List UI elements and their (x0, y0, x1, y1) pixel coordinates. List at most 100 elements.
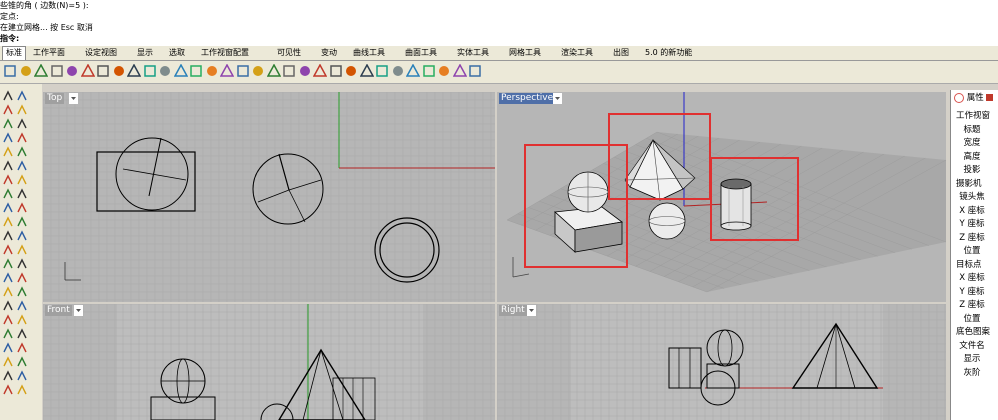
viewport-title-right[interactable]: Right (499, 305, 527, 316)
dimension-tool-icon[interactable] (2, 314, 16, 328)
join-tool-icon[interactable] (16, 244, 30, 258)
analyze-tool-icon[interactable] (16, 300, 30, 314)
tab-5[interactable]: 工作视窗配置 (198, 47, 252, 59)
box-tool-icon[interactable] (16, 188, 30, 202)
viewport-menu-arrow-right[interactable] (527, 305, 536, 316)
boolean-tool-icon[interactable] (16, 216, 30, 230)
tab-6[interactable]: 可见性 (274, 47, 304, 59)
curve-tool-icon[interactable] (16, 104, 30, 118)
viewport-title-perspective[interactable]: Perspective (499, 93, 556, 104)
environment-icon[interactable] (405, 63, 421, 79)
undo-view-icon[interactable] (236, 64, 251, 79)
array-tool-icon[interactable] (2, 300, 16, 314)
tab-3[interactable]: 显示 (134, 47, 156, 59)
arc-tool-icon[interactable] (2, 118, 16, 132)
pan-icon[interactable] (143, 64, 158, 79)
cylinder-tool-icon[interactable] (16, 202, 30, 216)
fillet-tool-icon[interactable] (2, 230, 16, 244)
zoom-window-icon[interactable] (173, 63, 189, 79)
ellipse-tool-icon[interactable] (2, 132, 16, 146)
tab-11[interactable]: 网格工具 (506, 47, 544, 59)
tab-4[interactable]: 选取 (166, 47, 188, 59)
tab-0[interactable]: 标准 (2, 46, 26, 60)
loft-tool-icon[interactable] (2, 174, 16, 188)
copy-icon[interactable] (96, 64, 111, 79)
gear-icon[interactable] (437, 64, 452, 79)
history-tool-icon[interactable] (16, 356, 30, 370)
properties-tab[interactable]: 属性 (951, 92, 998, 105)
viewport-perspective[interactable]: Perspective (497, 92, 946, 302)
copy-tool-icon[interactable] (2, 272, 16, 286)
viewport-menu-arrow-top[interactable] (69, 93, 78, 104)
tab-8[interactable]: 曲线工具 (350, 47, 388, 59)
tab-1[interactable]: 工作平面 (30, 47, 68, 59)
surface-tool-icon[interactable] (2, 160, 16, 174)
sphere-tool-icon[interactable] (2, 202, 16, 216)
viewport-title-front[interactable]: Front (45, 305, 72, 316)
ring-icon[interactable] (359, 63, 375, 79)
rectangle-tool-icon[interactable] (16, 132, 30, 146)
point-icon[interactable] (298, 64, 313, 79)
split-tool-icon[interactable] (2, 244, 16, 258)
extrude-tool-icon[interactable] (16, 160, 30, 174)
planar-tool-icon[interactable] (2, 356, 16, 370)
select-tool-icon[interactable] (16, 370, 30, 384)
trim-tool-icon[interactable] (16, 230, 30, 244)
viewport-menu-arrow-front[interactable] (74, 305, 83, 316)
material-sphere-icon[interactable] (391, 64, 406, 79)
layer-icon[interactable] (452, 63, 468, 79)
osnap-icon[interactable] (282, 64, 297, 79)
render-tool-icon[interactable] (16, 314, 30, 328)
magic-icon[interactable] (422, 64, 437, 79)
explode-tool-icon[interactable] (2, 258, 16, 272)
save-icon[interactable] (33, 63, 49, 79)
polygon-tool-icon[interactable] (2, 146, 16, 160)
sweep-tool-icon[interactable] (2, 188, 16, 202)
viewport-title-top[interactable]: Top (45, 93, 65, 104)
help-icon[interactable] (468, 64, 483, 79)
tab-9[interactable]: 曲面工具 (402, 47, 440, 59)
mirror-tool-icon[interactable] (16, 286, 30, 300)
paint-icon[interactable] (344, 64, 359, 79)
grid-tool-icon[interactable] (2, 342, 16, 356)
lock-tool-icon[interactable] (2, 384, 16, 398)
circle-tool-icon[interactable] (16, 118, 30, 132)
viewport-right[interactable]: Right (497, 304, 946, 420)
paste-icon[interactable] (112, 64, 127, 79)
zoom-icon[interactable] (219, 63, 235, 79)
scale-tool-icon[interactable] (2, 286, 16, 300)
four-viewports-icon[interactable] (251, 64, 266, 79)
layer-tool-icon[interactable] (2, 328, 16, 342)
revolve-tool-icon[interactable] (16, 174, 30, 188)
tab-10[interactable]: 实体工具 (454, 47, 492, 59)
tab-7[interactable]: 变动 (318, 47, 340, 59)
materials-tab-icon[interactable] (986, 94, 994, 101)
command-prompt[interactable]: 指令: (0, 33, 19, 44)
car-icon[interactable] (266, 63, 282, 79)
text-tool-icon[interactable] (16, 146, 30, 160)
viewport-top[interactable]: Top (43, 92, 495, 302)
hide-tool-icon[interactable] (16, 384, 30, 398)
rotate-view-icon[interactable] (158, 64, 173, 79)
viewport-front[interactable]: Front (43, 304, 495, 420)
open-file-icon[interactable] (19, 64, 34, 79)
tab-2[interactable]: 设定视图 (82, 47, 120, 59)
viewport-menu-arrow-perspective[interactable] (553, 93, 562, 104)
osnap-tool-icon[interactable] (16, 328, 30, 342)
zoom-selected-icon[interactable] (205, 64, 220, 79)
import-icon[interactable] (65, 64, 80, 79)
render-sphere-icon[interactable] (375, 64, 390, 79)
print-icon[interactable] (50, 64, 65, 79)
light-icon[interactable] (312, 63, 328, 79)
polyline-tool-icon[interactable] (2, 104, 16, 118)
cone-tool-icon[interactable] (2, 216, 16, 230)
move-tool-icon[interactable] (16, 258, 30, 272)
tab-14[interactable]: 5.0 的新功能 (642, 47, 695, 59)
ortho-tool-icon[interactable] (16, 342, 30, 356)
undo-icon[interactable] (126, 63, 142, 79)
new-file-icon[interactable] (3, 64, 18, 79)
cut-icon[interactable] (80, 63, 96, 79)
line-tool-icon[interactable] (16, 90, 30, 104)
point-tool-icon[interactable] (2, 90, 16, 104)
lock-icon[interactable] (329, 64, 344, 79)
